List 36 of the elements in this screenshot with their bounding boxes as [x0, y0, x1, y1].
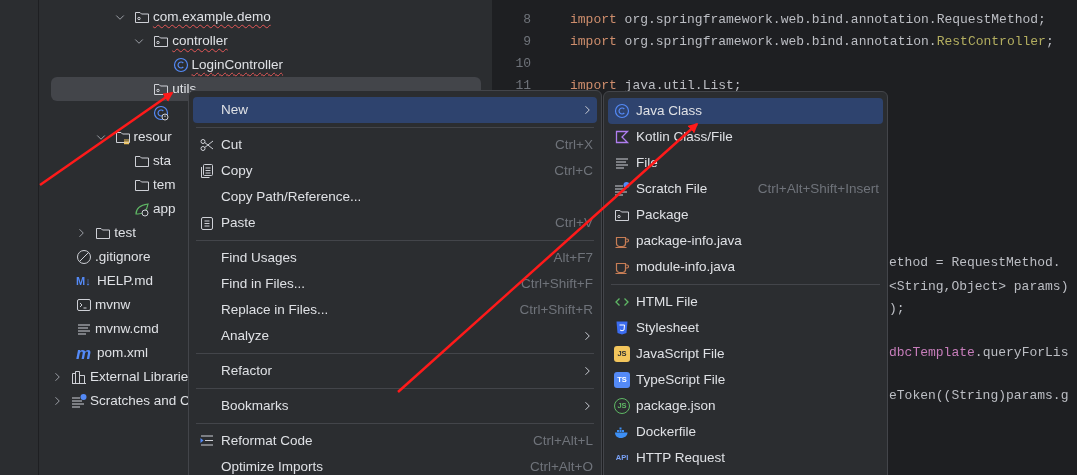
code-line: <String,Object> params)	[889, 279, 1069, 294]
shortcut-label: Ctrl+Shift+R	[519, 300, 593, 319]
tree-label: .gitignore	[95, 247, 151, 266]
tree-label: mvnw	[95, 295, 131, 314]
shortcut-label: Ctrl+X	[555, 135, 593, 154]
code-line: dbcTemplate.queryForLis	[889, 345, 1069, 360]
tree-label: test	[114, 223, 137, 242]
tree-label: pom.xml	[97, 343, 148, 362]
shortcut-label: Ctrl+Shift+F	[520, 274, 593, 293]
tree-label: com.example.demo	[152, 7, 271, 26]
tree-label: LoginController	[191, 55, 284, 74]
maven-icon: m	[76, 344, 94, 362]
tree-label: resour	[133, 127, 172, 146]
code-line: import org.springframework.web.bind.annotation.RequestMethod;	[570, 11, 1046, 30]
line-number: 11	[514, 77, 531, 96]
line-number: 8	[522, 11, 531, 30]
tree-label: External Librarie	[90, 367, 189, 386]
line-number: 9	[522, 33, 531, 52]
shortcut-label: Ctrl+Alt+Shift+Insert	[757, 179, 879, 198]
line-number: 10	[514, 55, 531, 74]
code-line: eToken((String)params.g	[889, 388, 1069, 403]
tree-label: sta	[152, 151, 171, 170]
code-line: import org.springframework.web.bind.annotation.RestController;	[570, 33, 1054, 52]
shortcut-label: Ctrl+Alt+O	[529, 457, 593, 475]
code-line: );	[889, 301, 905, 316]
tree-label: app	[152, 199, 176, 218]
shortcut-label: Ctrl+Alt+L	[532, 431, 593, 450]
tree-label: controller	[172, 31, 228, 50]
tree-label: HELP.md	[97, 271, 154, 290]
shortcut-label: Alt+F7	[553, 248, 593, 267]
tree-label: tem	[152, 175, 176, 194]
code-line: ethod = RequestMethod.	[889, 255, 1061, 270]
markdown-icon: M↓	[76, 272, 94, 290]
shortcut-label: Ctrl+C	[554, 161, 593, 180]
tree-label: mvnw.cmd	[95, 319, 159, 338]
code-line: import java.util.List;	[570, 77, 742, 96]
